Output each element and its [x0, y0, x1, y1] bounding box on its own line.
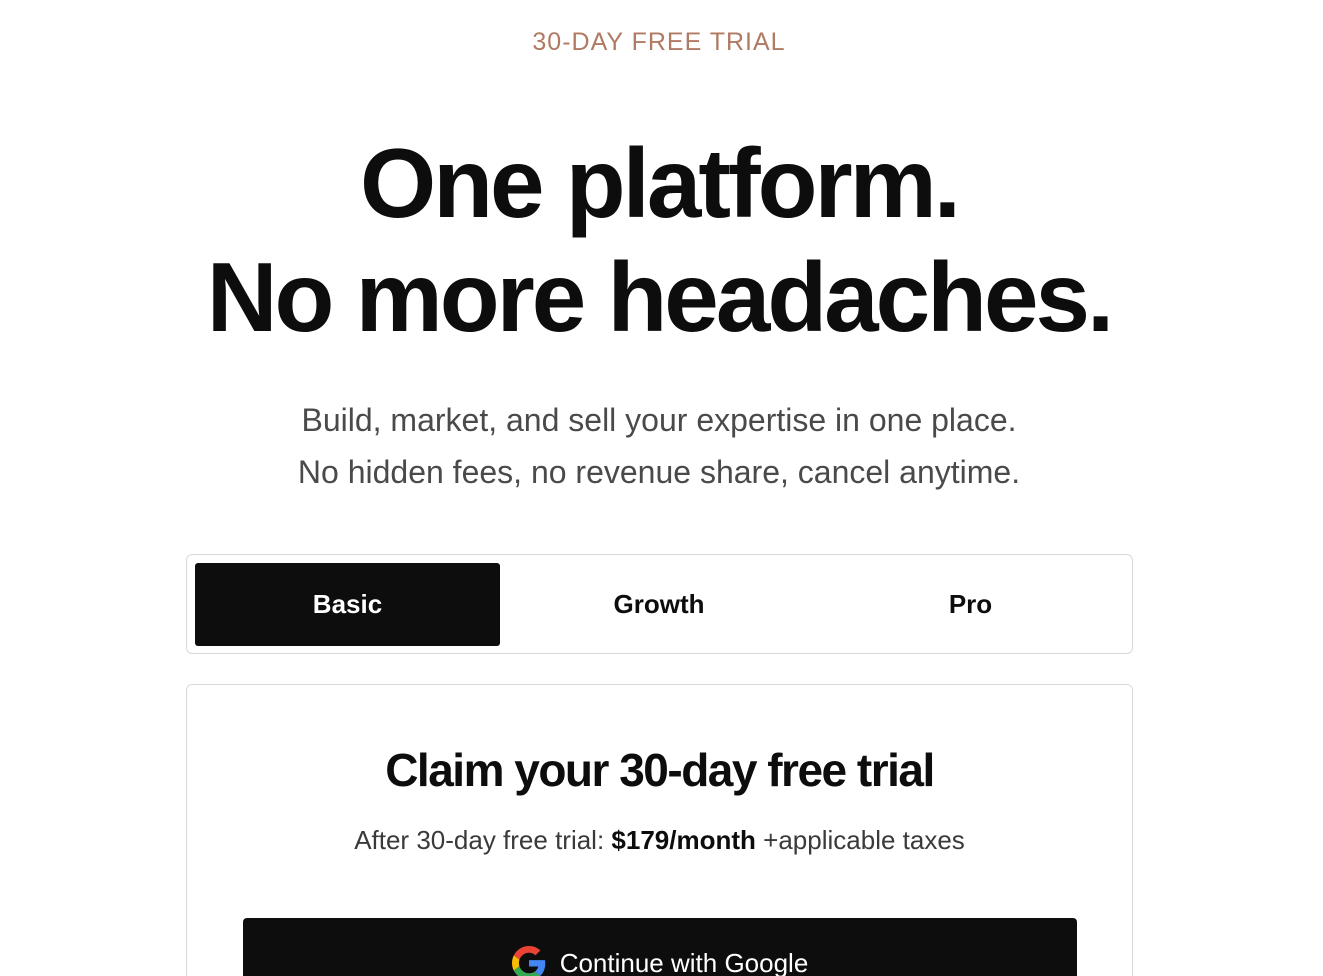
- trial-card: Claim your 30-day free trial After 30-da…: [186, 684, 1133, 976]
- tab-basic[interactable]: Basic: [195, 562, 500, 646]
- subtitle-line-1: Build, market, and sell your expertise i…: [301, 402, 1017, 438]
- trial-eyebrow: 30-DAY FREE TRIAL: [532, 28, 786, 56]
- price-prefix: After 30-day free trial:: [354, 825, 605, 855]
- headline-line-2: No more headaches.: [206, 242, 1115, 352]
- pricing-page: 30-DAY FREE TRIAL One platform. No more …: [0, 0, 1323, 976]
- google-button-label: Continue with Google: [559, 947, 809, 976]
- price-line: After 30-day free trial: $179/month +app…: [187, 825, 1132, 856]
- google-g-icon: [511, 946, 546, 976]
- page-headline: One platform. No more headaches.: [0, 126, 1318, 354]
- tab-growth[interactable]: Growth: [500, 563, 818, 646]
- plan-selector: Basic Growth Pro: [186, 554, 1133, 654]
- page-subtitle: Build, market, and sell your expertise i…: [0, 394, 1318, 498]
- subtitle-line-2: No hidden fees, no revenue share, cancel…: [297, 454, 1021, 490]
- headline-line-1: One platform.: [359, 128, 961, 238]
- card-title: Claim your 30-day free trial: [385, 744, 935, 796]
- tab-pro[interactable]: Pro: [818, 563, 1123, 646]
- continue-with-google-button[interactable]: Continue with Google: [243, 918, 1077, 976]
- price-value: $179/month: [611, 825, 756, 855]
- price-suffix: +applicable taxes: [763, 825, 965, 855]
